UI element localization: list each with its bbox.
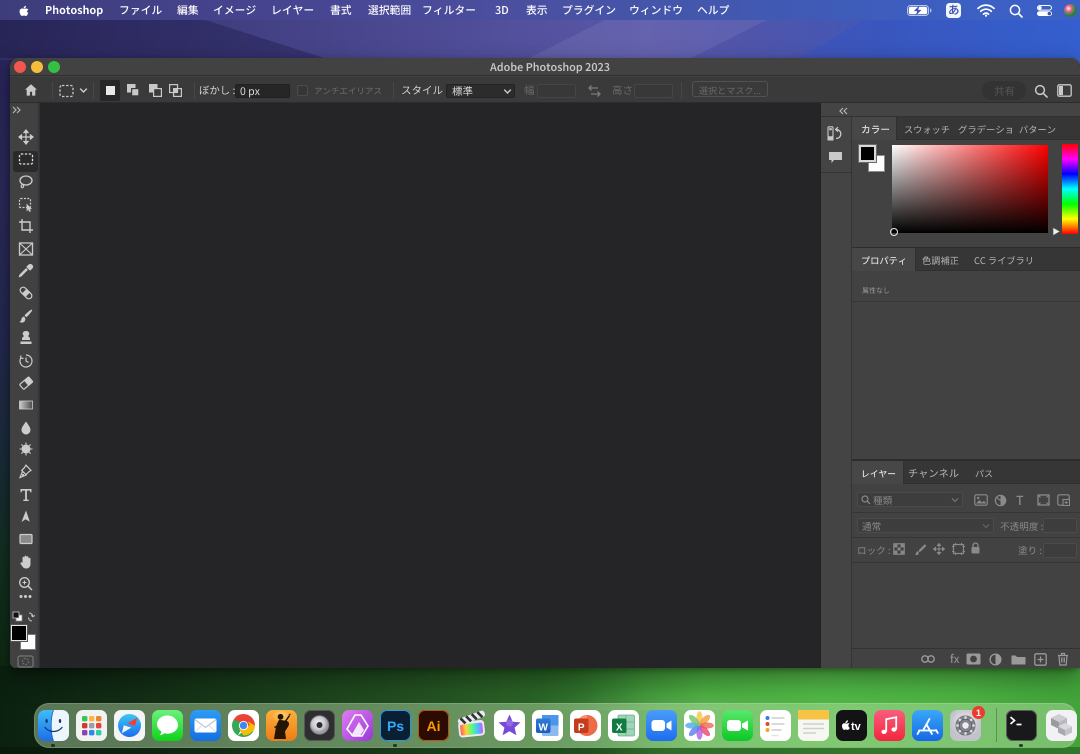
svg-text:W: W	[538, 722, 548, 733]
svg-text:Ps: Ps	[386, 718, 403, 734]
svg-text:X: X	[615, 722, 622, 733]
svg-text:P: P	[577, 722, 584, 733]
svg-text:tv: tv	[851, 720, 862, 732]
svg-text:Ai: Ai	[426, 718, 440, 734]
